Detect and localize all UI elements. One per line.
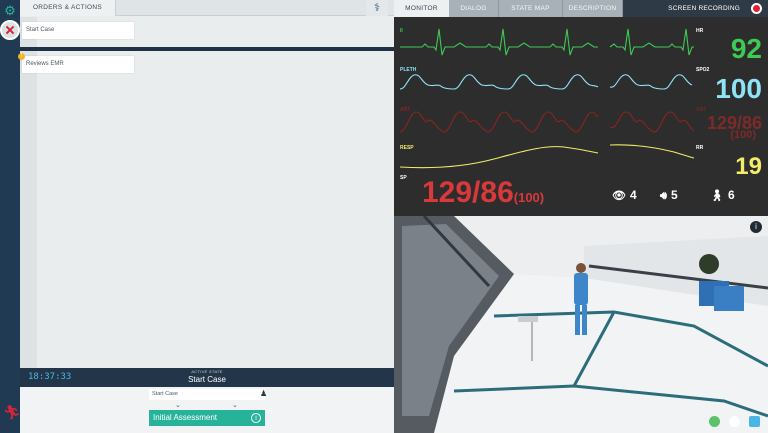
monitor-tabs: MONITOR DIALOG STATE MAP DESCRIPTION SCR… (394, 0, 768, 17)
hr-label: HR (696, 28, 704, 34)
plant (699, 254, 719, 274)
spo2-value: 100 (715, 73, 762, 104)
tab-state-map[interactable]: STATE MAP (499, 0, 563, 17)
chat-icon[interactable] (709, 416, 720, 427)
ecg-label: II (400, 28, 403, 34)
tab-orders-actions[interactable]: ORDERS & ACTIONS (20, 0, 116, 16)
spo2-label: SPO2 (696, 67, 710, 73)
chevron-down-icon: ⌄ (175, 402, 181, 409)
rr-label: RR (696, 145, 704, 151)
orders-topbar: ORDERS & ACTIONS ⚕ (20, 0, 394, 16)
hr-value: 92 (730, 33, 762, 64)
chevron-down-icon: ⌄ (232, 402, 238, 409)
nurse-avatar-body (574, 273, 588, 305)
nibp-reading: 129/86(100) (422, 176, 544, 210)
tab-description[interactable]: DESCRIPTION (563, 0, 623, 17)
previous-state: Start Case (149, 389, 265, 400)
art-value-label: ART (696, 107, 707, 113)
resp-label: RESP (400, 145, 414, 151)
info-icon[interactable]: i (251, 413, 261, 423)
fullscreen-icon[interactable] (749, 416, 760, 427)
volume-count: 5 (670, 188, 678, 202)
reset-view-icon[interactable] (729, 416, 740, 427)
nurse-icon[interactable]: ⚕ (366, 0, 388, 16)
nurse-avatar-leg (575, 305, 580, 335)
nibp-value: 129/86 (422, 176, 514, 209)
nurse-avatar-leg (582, 305, 587, 335)
tab-dialog[interactable]: DIALOG (449, 0, 499, 17)
pending-badge: ! (18, 53, 25, 60)
state-transition-panel: Start Case ♟ ⌄ ⌄ Initial Assessment i (20, 387, 394, 433)
pleth-waveform (399, 74, 693, 90)
art-label: ART (400, 107, 411, 113)
walking-person-icon: 🚶︎ (710, 190, 724, 202)
screen-recording-label: SCREEN RECORDING (668, 5, 740, 12)
watchers-count: 4 (629, 188, 637, 202)
running-person-icon[interactable]: 🏃︎ (3, 404, 21, 421)
record-icon[interactable] (751, 3, 762, 14)
gear-icon[interactable]: ⚙ (3, 4, 17, 18)
active-state-bar: 18:37:33 ACTIVE STATE Start Case (20, 368, 394, 387)
waiting-chair (714, 286, 744, 311)
simulation-scene[interactable]: i (394, 216, 768, 433)
nibp-label: SP (400, 175, 407, 181)
person-icon: ♟ (260, 389, 268, 398)
room-render (394, 216, 768, 433)
order-card-start-case[interactable]: Start Case (22, 22, 134, 39)
next-state-label: Initial Assessment (153, 413, 218, 422)
resp-waveform (399, 144, 695, 169)
close-icon[interactable] (0, 20, 20, 40)
nurse-avatar-head (576, 263, 586, 273)
participants-stat: 🚶︎ 6 (710, 188, 735, 202)
left-rail: ⚙ 🏃︎ (0, 0, 21, 433)
active-state-value: Start Case (188, 375, 226, 384)
pleth-label: PLETH (400, 67, 417, 73)
iv-stand-tray (518, 316, 538, 322)
next-state-button[interactable]: Initial Assessment i (149, 410, 265, 426)
eye-icon: 👁︎ (612, 190, 626, 202)
simulation-app: ⚙ 🏃︎ ORDERS & ACTIONS ⚕ 🚶︎ ☰ Start Case … (0, 0, 768, 433)
rr-value: 19 (735, 153, 762, 180)
ecg-waveform (400, 28, 694, 56)
tab-monitor[interactable]: MONITOR (394, 0, 449, 17)
info-icon[interactable]: i (750, 221, 762, 233)
nibp-map: (100) (513, 190, 545, 205)
patient-monitor: II HR 92 PLETH SPO2 100 ART ART 129/86 (… (394, 17, 768, 216)
watchers-stat: 👁︎ 4 (612, 188, 637, 202)
volume-stat: 🔊︎ 5 (660, 188, 678, 203)
order-card-label: Reviews EMR (26, 61, 64, 67)
speaker-icon: 🔊︎ (660, 190, 667, 202)
art-waveform (399, 111, 695, 133)
art-map: (100) (730, 129, 756, 141)
order-card-reviews-emr[interactable]: ! Reviews EMR (18, 53, 134, 73)
orders-divider (20, 47, 394, 51)
active-state-label: ACTIVE STATE (191, 369, 223, 374)
participants-count: 6 (727, 188, 735, 202)
